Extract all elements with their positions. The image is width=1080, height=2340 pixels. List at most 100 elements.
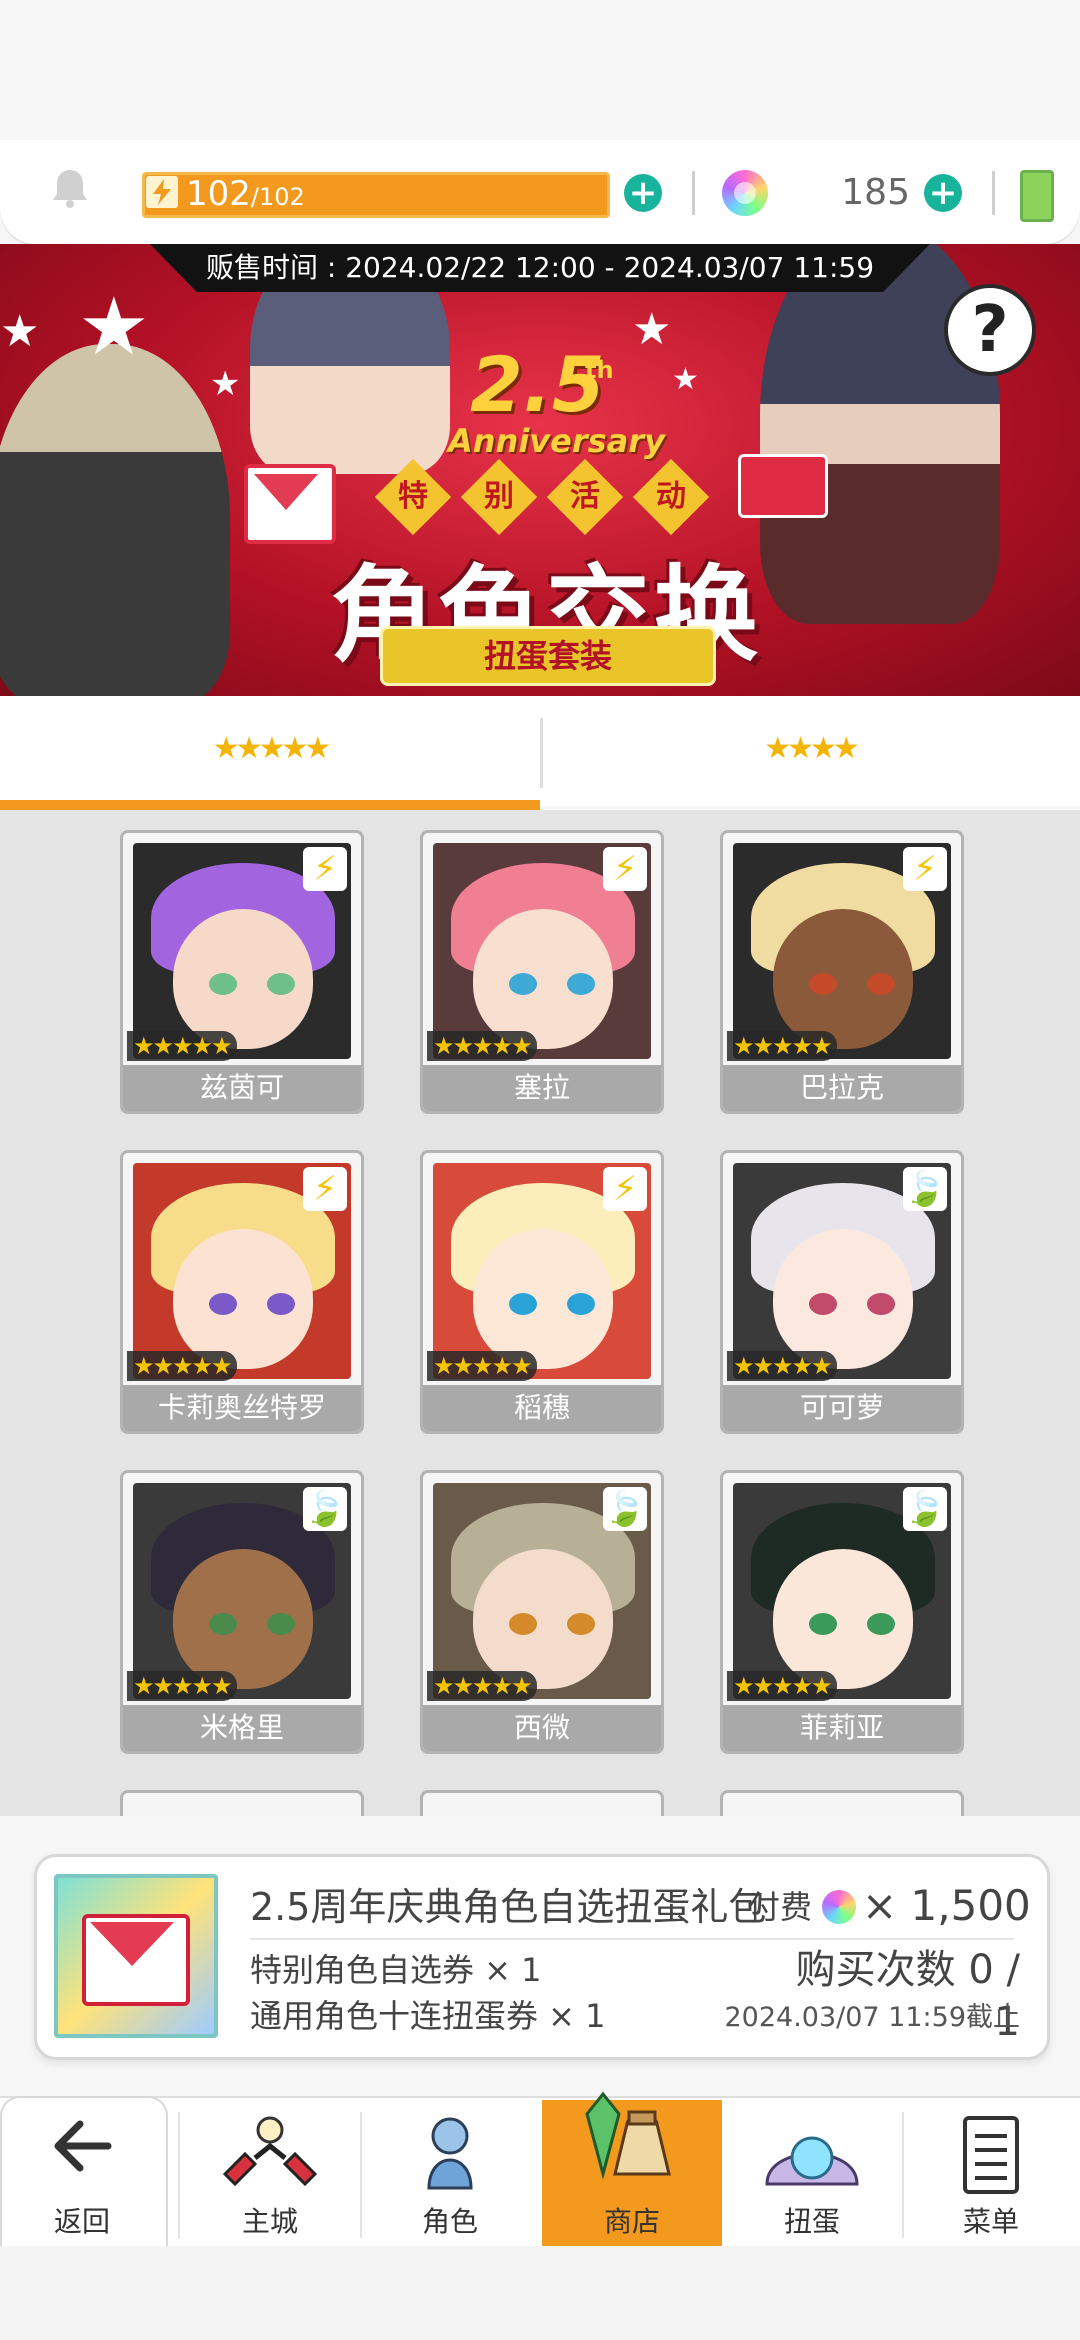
portrait-eye xyxy=(567,1613,595,1635)
tab-active-indicator xyxy=(0,800,540,810)
character-card[interactable]: ⚡ ★★★★★ 兹茵可 xyxy=(120,830,364,1114)
character-name: 巴拉克 xyxy=(723,1065,961,1111)
banner-subtitle: 扭蛋套装 xyxy=(380,626,716,686)
package-deadline: 2024.03/07 11:59截止 xyxy=(724,2002,1021,2033)
nav-label: 菜单 xyxy=(962,2205,1019,2238)
character-card-partial[interactable] xyxy=(120,1790,364,1816)
character-name: 塞拉 xyxy=(423,1065,661,1111)
nav-character[interactable]: 角色 xyxy=(360,2100,540,2246)
star-decoration: ★ xyxy=(672,362,699,397)
add-gem-button[interactable]: + xyxy=(924,174,962,212)
tab-divider xyxy=(540,718,543,788)
star-decoration: ★ xyxy=(78,280,150,373)
character-grid: ⚡ ★★★★★ 兹茵可 ⚡ ★★★★★ 塞拉 ⚡ ★★★★★ 巴拉克 ⚡ ★★★… xyxy=(0,810,1080,1816)
lightning-icon: ⚡ xyxy=(303,1167,347,1211)
stamina-max: /102 xyxy=(250,183,305,211)
gacha-icon xyxy=(757,2114,867,2202)
gesture-bar xyxy=(0,2246,1080,2340)
character-card[interactable]: ⚡ ★★★★★ 稻穗 xyxy=(420,1150,664,1434)
sale-period: 贩售时间 : 2024.02/22 12:00 - 2024.03/07 11:… xyxy=(150,244,930,292)
portrait-eye xyxy=(567,1293,595,1315)
lightning-icon: ⚡ xyxy=(603,847,647,891)
portrait-eye xyxy=(809,973,837,995)
event-label-char: 动 xyxy=(632,458,710,536)
event-char: 别 xyxy=(484,479,514,514)
add-stamina-button[interactable]: + xyxy=(624,174,662,212)
character-name: 兹茵可 xyxy=(123,1065,361,1111)
portrait-eye xyxy=(509,973,537,995)
rarity-stars: ★★★★★ xyxy=(727,1671,837,1701)
character-card[interactable]: ⚡ ★★★★★ 塞拉 xyxy=(420,830,664,1114)
back-arrow-icon xyxy=(50,2114,114,2182)
nav-label: 角色 xyxy=(421,2205,478,2238)
portrait-eye xyxy=(267,1293,295,1315)
menu-icon xyxy=(959,2114,1023,2202)
portrait-eye xyxy=(567,973,595,995)
package-item: 特别角色自选券 × 1 xyxy=(250,1951,542,1989)
character-card[interactable]: 🍃 ★★★★★ 米格里 xyxy=(120,1470,364,1754)
divider xyxy=(692,171,695,215)
nav-town[interactable]: 主城 xyxy=(180,2100,360,2246)
nav-label: 主城 xyxy=(241,2205,298,2238)
character-icon xyxy=(415,2114,485,2202)
town-icon xyxy=(215,2114,325,2198)
nav-label: 扭蛋 xyxy=(783,2205,840,2238)
portrait-eye xyxy=(867,1613,895,1635)
rarity-stars: ★★★★★ xyxy=(127,1351,237,1381)
ticket-icon xyxy=(738,454,828,518)
package-title: 2.5周年庆典角色自选扭蛋礼包 xyxy=(250,1885,767,1929)
rarity-stars: ★★★★★ xyxy=(427,1351,537,1381)
character-name: 米格里 xyxy=(123,1705,361,1751)
character-card[interactable]: 🍃 ★★★★★ 西微 xyxy=(420,1470,664,1754)
portrait-eye xyxy=(267,1613,295,1635)
wind-icon: 🍃 xyxy=(903,1487,947,1531)
nav-back[interactable]: 返回 xyxy=(0,2100,164,2246)
stamina-icon xyxy=(146,176,178,208)
event-label: 特别活动 xyxy=(370,458,730,536)
tab-five-star[interactable]: ★★★★★ xyxy=(0,696,540,802)
portrait-eye xyxy=(867,973,895,995)
portrait-eye xyxy=(867,1293,895,1315)
lightning-icon: ⚡ xyxy=(303,847,347,891)
portrait-eye xyxy=(267,973,295,995)
character-name: 卡莉奥丝特罗 xyxy=(123,1385,361,1431)
rarity-stars: ★★★★★ xyxy=(127,1031,237,1061)
event-char: 活 xyxy=(570,479,600,514)
character-card[interactable]: ⚡ ★★★★★ 巴拉克 xyxy=(720,830,964,1114)
wind-icon: 🍃 xyxy=(303,1487,347,1531)
tab-four-star[interactable]: ★★★★ xyxy=(540,696,1080,802)
battery-icon xyxy=(1020,170,1054,222)
character-card[interactable]: 🍃 ★★★★★ 可可萝 xyxy=(720,1150,964,1434)
portrait-eye xyxy=(509,1293,537,1315)
character-card-partial[interactable] xyxy=(720,1790,964,1816)
event-char: 动 xyxy=(656,479,686,514)
rarity-stars: ★★★★★ xyxy=(427,1671,537,1701)
help-button[interactable]: ? xyxy=(944,284,1036,376)
rarity-stars: ★★★★★ xyxy=(727,1031,837,1061)
nav-menu[interactable]: 菜单 xyxy=(902,2100,1080,2246)
rarity-stars: ★★★★★ xyxy=(727,1351,837,1381)
nav-gacha[interactable]: 扭蛋 xyxy=(722,2100,902,2246)
lightning-icon: ⚡ xyxy=(903,847,947,891)
rarity-stars: ★★★★★ xyxy=(427,1031,537,1061)
rarity-stars: ★★★★★ xyxy=(127,1671,237,1701)
character-card[interactable]: 🍃 ★★★★★ 菲莉亚 xyxy=(720,1470,964,1754)
paid-label: 付费 xyxy=(748,1888,813,1926)
nav-shop[interactable]: 商店 xyxy=(542,2091,722,2246)
portrait-eye xyxy=(809,1293,837,1315)
portrait-eye xyxy=(809,1613,837,1635)
character-name: 西微 xyxy=(423,1705,661,1751)
character-name: 稻穗 xyxy=(423,1385,661,1431)
portrait-eye xyxy=(209,1613,237,1635)
bell-icon[interactable] xyxy=(48,166,92,210)
character-card-partial[interactable] xyxy=(420,1790,664,1816)
character-art-left xyxy=(0,344,230,696)
portrait-eye xyxy=(509,1613,537,1635)
portrait-eye xyxy=(209,1293,237,1315)
package-price: × 1,500 xyxy=(862,1881,1031,1930)
shop-icon xyxy=(567,2084,697,2198)
divider xyxy=(992,171,995,215)
event-label-char: 别 xyxy=(460,458,538,536)
anniversary-number: 2.5 xyxy=(470,340,605,429)
character-card[interactable]: ⚡ ★★★★★ 卡莉奥丝特罗 xyxy=(120,1150,364,1434)
